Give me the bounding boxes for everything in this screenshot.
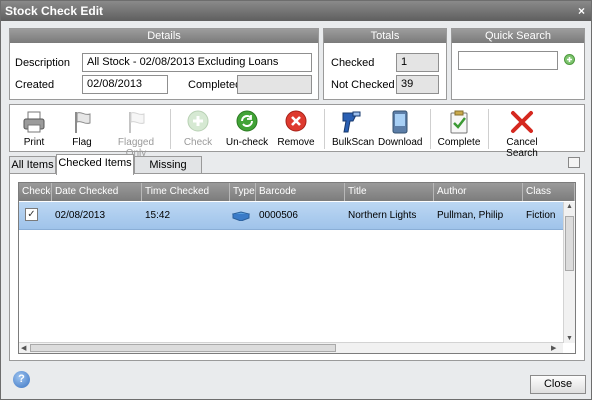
column-header-date-checked[interactable]: Date Checked (52, 183, 142, 201)
grid-container: Checked Date Checked Time Checked Type B… (9, 173, 585, 361)
window-title: Stock Check Edit (5, 4, 104, 18)
checked-items-grid: Checked Date Checked Time Checked Type B… (18, 182, 576, 354)
export-icon[interactable] (568, 157, 580, 168)
print-label: Print (23, 137, 45, 148)
action-toolbar: Print Flag Flagged Only Check Un-check R… (9, 104, 585, 159)
download-button[interactable]: Download (378, 107, 422, 151)
column-header-barcode[interactable]: Barcode (256, 183, 345, 201)
flag-icon (75, 112, 91, 133)
toolbar-separator (488, 109, 489, 149)
close-icon[interactable]: × (578, 1, 585, 21)
download-label: Download (378, 137, 423, 148)
complete-button[interactable]: Complete (436, 107, 482, 151)
completed-label: Completed (188, 79, 242, 91)
scroll-down-icon[interactable]: ▼ (566, 335, 573, 342)
bulkscan-button[interactable]: BulkScan (332, 107, 375, 151)
toolbar-separator (170, 109, 171, 149)
checked-checkbox[interactable]: ✓ (25, 208, 38, 221)
grid-header: Checked Date Checked Time Checked Type B… (19, 183, 575, 201)
check-label: Check (183, 137, 213, 148)
not-checked-count: 39 (396, 75, 439, 94)
bulkscan-label: BulkScan (332, 137, 375, 148)
go-search-icon[interactable] (564, 54, 575, 65)
checked-count: 1 (396, 53, 439, 72)
remove-button[interactable]: Remove (276, 107, 316, 151)
column-header-class[interactable]: Class (523, 183, 575, 201)
details-header: Details (10, 29, 318, 43)
uncheck-button[interactable]: Un-check (224, 107, 270, 151)
tab-all-items[interactable]: All Items (9, 156, 56, 174)
quick-search-header: Quick Search (452, 29, 584, 43)
stock-check-edit-window: Stock Check Edit × Details Description A… (0, 0, 592, 400)
flag-label: Flag (72, 137, 92, 148)
complete-label: Complete (437, 137, 481, 148)
column-header-author[interactable]: Author (434, 183, 523, 201)
quick-search-input[interactable] (458, 51, 558, 70)
uncheck-label: Un-check (225, 137, 269, 148)
check-button[interactable]: Check (178, 107, 218, 151)
totals-header: Totals (324, 29, 446, 43)
table-row[interactable]: ✓ 02/08/2013 15:42 0000506 Northern Ligh… (19, 202, 563, 230)
created-label: Created (15, 79, 55, 91)
close-button[interactable]: Close (530, 375, 586, 394)
checked-label: Checked (331, 57, 375, 69)
refresh-icon (236, 110, 258, 132)
horizontal-scroll-thumb[interactable] (30, 344, 336, 352)
plus-icon (187, 110, 209, 132)
cell-class: Fiction (526, 210, 556, 221)
column-header-title[interactable]: Title (345, 183, 434, 201)
horizontal-scrollbar[interactable]: ◀ ▶ (19, 342, 563, 353)
vertical-scroll-thumb[interactable] (565, 216, 574, 271)
not-checked-label: Not Checked (331, 79, 395, 91)
column-header-checked[interactable]: Checked (19, 183, 52, 201)
completed-field (237, 75, 312, 94)
totals-panel: Totals Checked 1 Not Checked 39 (323, 28, 447, 100)
book-icon (232, 211, 250, 221)
remove-icon (285, 110, 307, 132)
remove-label: Remove (277, 137, 315, 148)
description-field[interactable]: All Stock - 02/08/2013 Excluding Loans (82, 53, 312, 72)
printer-icon (23, 111, 45, 133)
tab-missing-items[interactable]: Missing Items (134, 156, 202, 187)
cell-author: Pullman, Philip (437, 210, 504, 221)
help-icon[interactable]: ? (13, 371, 30, 388)
cancel-x-icon (511, 111, 533, 133)
scroll-left-icon[interactable]: ◀ (21, 344, 26, 352)
barcode-scanner-icon (342, 111, 361, 133)
flagged-only-button[interactable]: Flagged Only (108, 107, 164, 159)
quick-search-panel: Quick Search (451, 28, 585, 100)
vertical-scrollbar[interactable]: ▲ ▼ (563, 202, 575, 343)
clipboard-check-icon (450, 110, 468, 134)
created-field[interactable]: 02/08/2013 (82, 75, 168, 94)
scroll-right-icon[interactable]: ▶ (551, 344, 556, 352)
cancel-search-button[interactable]: Cancel Search (492, 107, 552, 159)
toolbar-separator (324, 109, 325, 149)
column-header-time-checked[interactable]: Time Checked (142, 183, 230, 201)
print-button[interactable]: Print (14, 107, 54, 151)
cell-time-checked: 15:42 (145, 210, 171, 221)
description-label: Description (15, 57, 71, 69)
cancel-search-label: Cancel Search (506, 137, 538, 159)
column-header-type[interactable]: Type (230, 183, 256, 201)
cell-barcode: 0000506 (259, 210, 298, 221)
handheld-device-icon (392, 110, 408, 134)
scroll-up-icon[interactable]: ▲ (566, 203, 573, 210)
details-panel: Details Description All Stock - 02/08/20… (9, 28, 319, 100)
toolbar-separator (430, 109, 431, 149)
cell-date-checked: 02/08/2013 (55, 210, 106, 221)
title-bar: Stock Check Edit × (1, 1, 591, 21)
cell-title: Northern Lights (348, 210, 417, 221)
flagged-only-icon (129, 112, 145, 133)
tab-checked-items[interactable]: Checked Items (56, 154, 134, 175)
flag-button[interactable]: Flag (62, 107, 102, 151)
